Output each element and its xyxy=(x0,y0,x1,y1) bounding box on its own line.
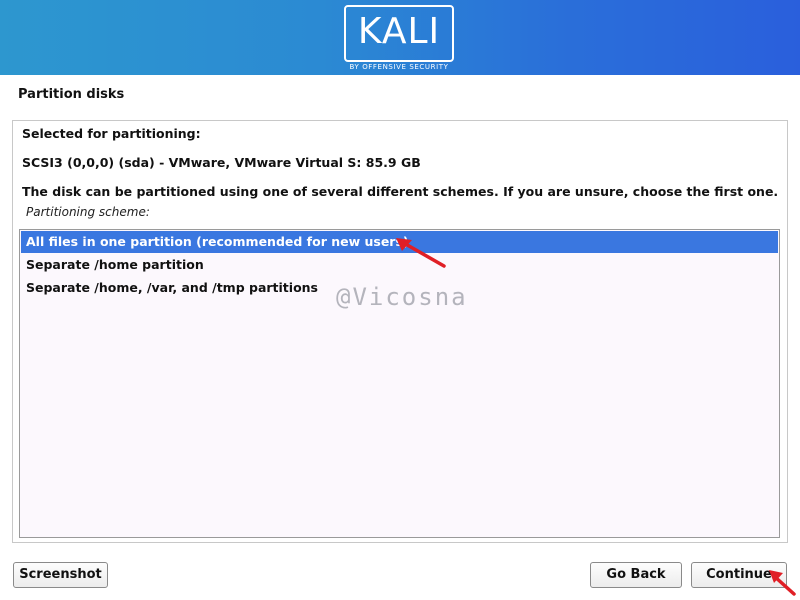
selected-heading: Selected for partitioning: xyxy=(22,126,201,141)
go-back-button[interactable]: Go Back xyxy=(590,562,682,588)
partition-scheme-list[interactable]: All files in one partition (recommended … xyxy=(19,229,780,538)
description-text: The disk can be partitioned using one of… xyxy=(22,184,779,199)
disk-info: SCSI3 (0,0,0) (sda) - VMware, VMware Vir… xyxy=(22,155,421,170)
logo-subtitle: BY OFFENSIVE SECURITY xyxy=(349,63,449,71)
annotation-arrow-icon xyxy=(396,238,446,268)
kali-logo: KALI xyxy=(344,5,454,62)
screenshot-button[interactable]: Screenshot xyxy=(13,562,108,588)
list-label: Partitioning scheme: xyxy=(26,205,150,219)
page-title: Partition disks xyxy=(18,87,125,102)
logo-text: KALI xyxy=(357,11,441,52)
annotation-arrow-icon xyxy=(769,570,796,596)
header-banner: KALI BY OFFENSIVE SECURITY xyxy=(0,0,800,75)
watermark: @Vicosna xyxy=(336,283,468,311)
